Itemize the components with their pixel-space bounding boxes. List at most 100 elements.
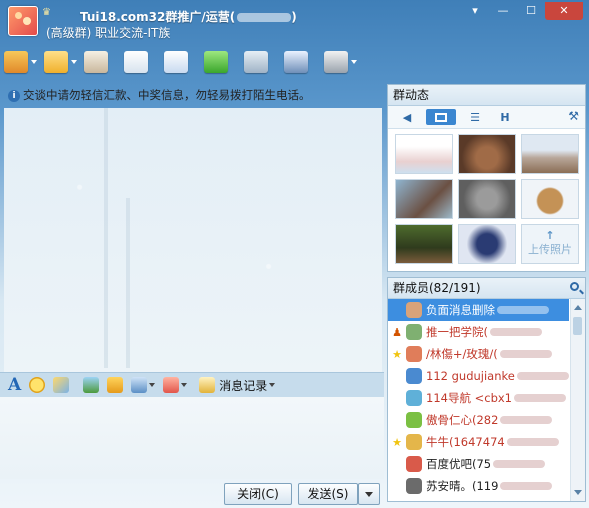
- avatar[interactable]: [406, 434, 422, 450]
- image-button[interactable]: [83, 375, 100, 395]
- settings-tool-icon: [244, 51, 268, 73]
- avatar[interactable]: [406, 324, 422, 340]
- avatar[interactable]: [406, 368, 422, 384]
- redacted-text: [514, 394, 566, 402]
- tab-list[interactable]: ☰: [464, 109, 486, 125]
- member-scrollbar[interactable]: [570, 299, 585, 501]
- member-row[interactable]: 112 gudujianke: [388, 365, 569, 387]
- member-row[interactable]: 傲骨仁心(282: [388, 409, 569, 431]
- wrench-icon[interactable]: ⚒: [568, 109, 579, 123]
- scroll-down-button[interactable]: [573, 487, 583, 499]
- send-options-button[interactable]: [358, 483, 380, 505]
- music-button[interactable]: [107, 375, 124, 395]
- chevron-down-icon[interactable]: [351, 60, 357, 64]
- admin-star-icon: ★: [392, 435, 402, 449]
- history-icon: [199, 377, 216, 393]
- avatar[interactable]: [406, 456, 422, 472]
- maximize-button[interactable]: ☐: [517, 2, 545, 20]
- close-button[interactable]: 关闭(C): [224, 483, 292, 505]
- member-row[interactable]: ★ 牛牛(1647474: [388, 431, 569, 453]
- redacted-text: [500, 482, 553, 490]
- member-name: 114导航 <cbx1: [426, 391, 512, 405]
- chevron-down-icon[interactable]: [181, 383, 188, 387]
- history-button[interactable]: 消息记录: [199, 375, 276, 395]
- search-icon[interactable]: [570, 282, 579, 291]
- photo-thumbnail[interactable]: [521, 134, 579, 174]
- redacted-text: [493, 460, 546, 468]
- emoji-button[interactable]: [29, 375, 46, 395]
- chevron-down-icon[interactable]: [31, 60, 37, 64]
- avatar[interactable]: [406, 302, 422, 318]
- email-button[interactable]: [164, 46, 202, 78]
- screenshot-button[interactable]: [131, 375, 156, 395]
- minimize-button[interactable]: —: [489, 2, 517, 20]
- member-name: 负面消息删除: [426, 303, 495, 317]
- tools-button[interactable]: [244, 46, 282, 78]
- scroll-up-button[interactable]: [573, 301, 583, 313]
- security-notice: i 交谈中请勿轻信汇款、中奖信息，勿轻易拨打陌生电话。: [4, 84, 382, 106]
- tab-photos[interactable]: [426, 109, 456, 125]
- member-name: 112 gudujianke: [426, 369, 515, 383]
- gear-icon: [324, 51, 348, 73]
- add-button[interactable]: [204, 46, 242, 78]
- smiley-icon: [29, 377, 46, 393]
- sidebar-button[interactable]: [84, 46, 122, 78]
- member-row[interactable]: ★ /林傷+/玫瑰/(: [388, 343, 569, 365]
- close-window-button[interactable]: ✕: [545, 2, 583, 20]
- history-label: 消息记录: [219, 378, 268, 393]
- home-icon: [4, 51, 28, 73]
- upload-photo-button[interactable]: ↑ 上传照片: [521, 224, 579, 264]
- member-count-title: 群成员(82/191): [388, 278, 585, 299]
- admin-star-icon: ★: [392, 347, 402, 361]
- scroll-thumb[interactable]: [573, 317, 582, 335]
- photo-grid: ↑ 上传照片: [388, 129, 585, 264]
- background-decoration: [104, 108, 108, 368]
- chevron-down-icon[interactable]: [149, 383, 156, 387]
- avatar[interactable]: [406, 412, 422, 428]
- redacted-text: [490, 328, 542, 336]
- group-avatar[interactable]: [8, 6, 38, 36]
- image-icon: [83, 377, 100, 393]
- chevron-down-icon[interactable]: [269, 383, 276, 387]
- speaker-icon[interactable]: ◀: [396, 109, 418, 125]
- skin-button[interactable]: ▾: [461, 2, 489, 20]
- avatar[interactable]: [406, 346, 422, 362]
- tab-h[interactable]: H: [494, 109, 516, 125]
- member-row[interactable]: 苏安晴。(119: [388, 475, 569, 497]
- gift-button[interactable]: [163, 375, 188, 395]
- font-button[interactable]: A: [8, 375, 21, 395]
- photo-thumbnail[interactable]: [458, 224, 516, 264]
- avatar[interactable]: [406, 478, 422, 494]
- member-list: 负面消息删除 ♟ 推一把学院( ★ /林傷+/玫瑰/( 112 gudujianke 114…: [388, 299, 569, 497]
- message-input[interactable]: [0, 397, 384, 479]
- magic-emoji-button[interactable]: [53, 375, 70, 395]
- photo-thumbnail[interactable]: [395, 224, 453, 264]
- avatar[interactable]: [406, 390, 422, 406]
- photo-thumbnail[interactable]: [521, 179, 579, 219]
- folder-icon: [44, 51, 68, 73]
- upload-label: 上传照片: [528, 243, 572, 256]
- message-area[interactable]: [4, 108, 382, 372]
- group-name: Tui18.com32群推广/运营(: [80, 10, 236, 24]
- send-button[interactable]: 发送(S): [298, 483, 358, 505]
- window-controls: ▾ — ☐ ✕: [461, 2, 583, 20]
- photo-thumbnail[interactable]: [458, 134, 516, 174]
- card-icon: [124, 51, 148, 73]
- chevron-down-icon[interactable]: [71, 60, 77, 64]
- info-icon: i: [8, 89, 20, 102]
- member-row[interactable]: 百度优吧(75: [388, 453, 569, 475]
- card-button[interactable]: [124, 46, 162, 78]
- photo-thumbnail[interactable]: [395, 179, 453, 219]
- member-name: /林傷+/玫瑰/(: [426, 347, 498, 361]
- settings-button[interactable]: [324, 46, 362, 78]
- member-row[interactable]: 114导航 <cbx1: [388, 387, 569, 409]
- member-row[interactable]: 负面消息删除: [388, 299, 569, 321]
- photo-thumbnail[interactable]: [458, 179, 516, 219]
- photo-thumbnail[interactable]: [395, 134, 453, 174]
- home-button[interactable]: [4, 46, 42, 78]
- window-title: Tui18.com32群推广/运营(): [80, 10, 297, 24]
- user-button[interactable]: [284, 46, 322, 78]
- member-row[interactable]: ♟ 推一把学院(: [388, 321, 569, 343]
- member-name: 苏安晴。(119: [426, 479, 499, 493]
- folder-button[interactable]: [44, 46, 82, 78]
